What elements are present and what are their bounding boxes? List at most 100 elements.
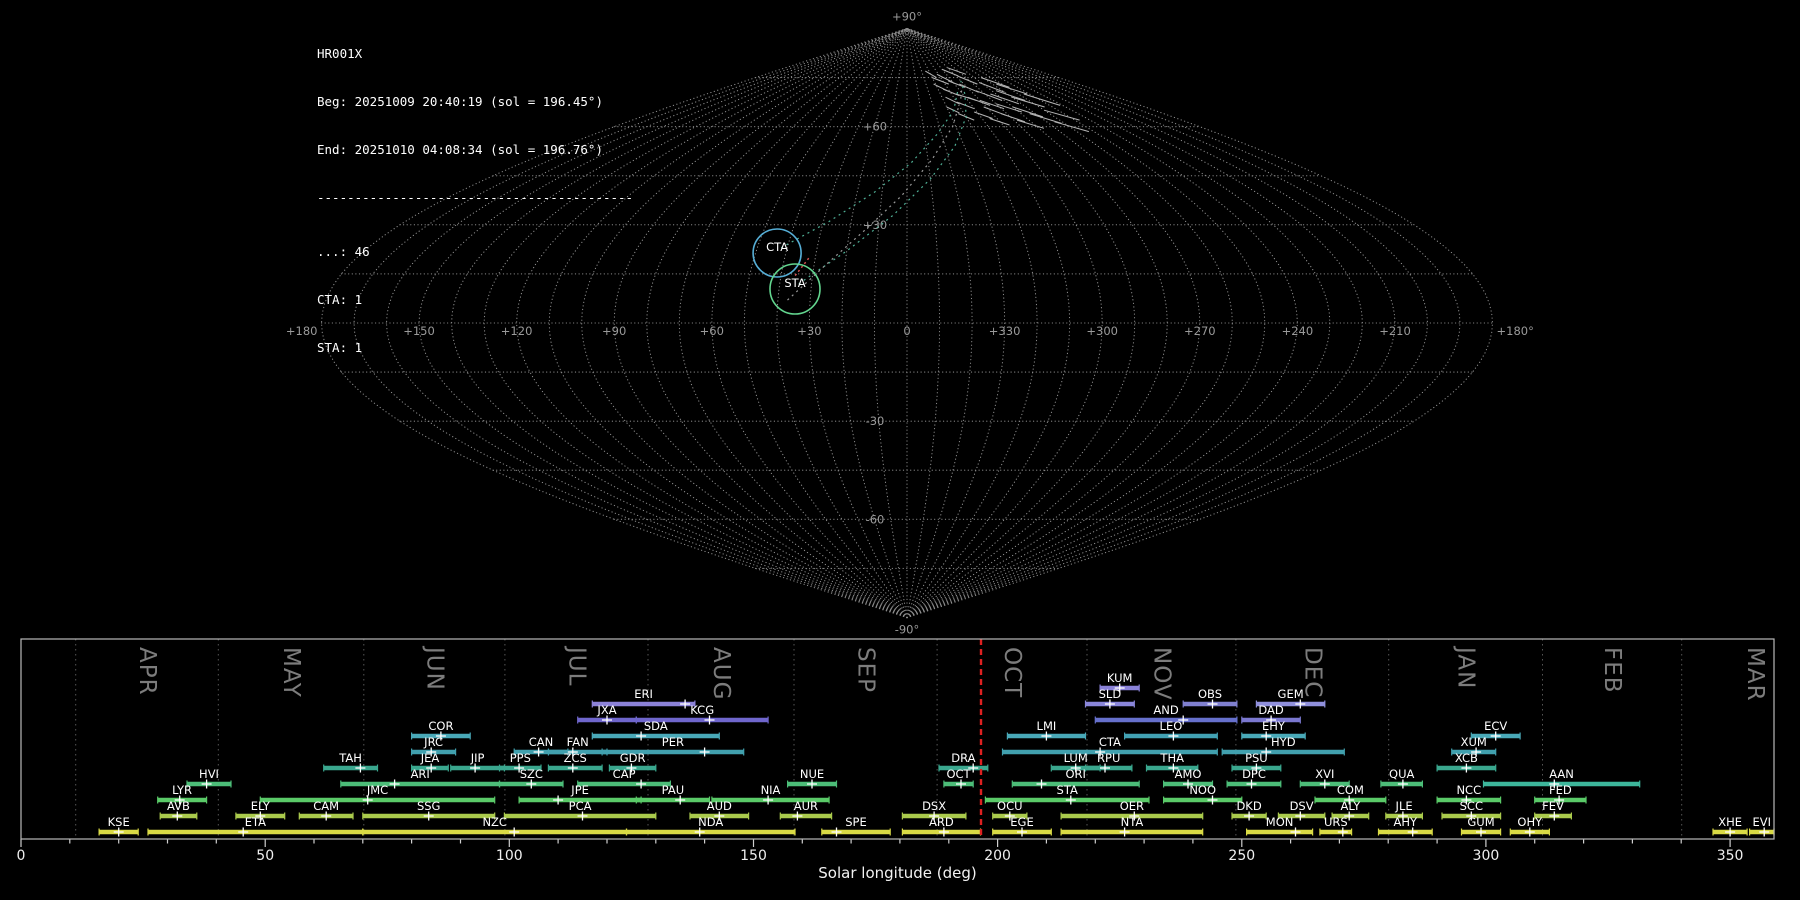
- longitude-label: +270: [1184, 324, 1216, 338]
- shower-AHY: AHY: [1377, 815, 1433, 837]
- shower-label-DPC: DPC: [1242, 767, 1266, 781]
- shower-MON: MON: [1245, 815, 1314, 837]
- shower-label-SLD: SLD: [1099, 687, 1122, 701]
- meteor-track: [1000, 113, 1026, 123]
- shower-CAM: CAM: [298, 799, 354, 821]
- meteor-track: [989, 118, 1010, 126]
- shower-label-AUR: AUR: [794, 799, 818, 813]
- month-label: NOV: [1148, 647, 1174, 701]
- meteor-track: [1044, 109, 1080, 121]
- observation-header: HR001X Beg: 20251009 20:40:19 (sol = 196…: [317, 14, 633, 372]
- activity-calendar: APR MAY JUN JUL AUG SEP OCT NOV DEC JAN FEB MARKUME…: [17, 638, 1775, 882]
- shower-label-AMO: AMO: [1175, 767, 1202, 781]
- shower-label-SCC: SCC: [1460, 799, 1483, 813]
- shower-label-MON: MON: [1266, 815, 1294, 829]
- shower-label-ECV: ECV: [1484, 719, 1507, 733]
- shower-ARD: ARD: [901, 815, 982, 837]
- north-pole-label: +90°: [892, 10, 922, 24]
- shower-ETA: ETA: [147, 815, 364, 837]
- shower-label-SPE: SPE: [845, 815, 867, 829]
- shower-label-ALY: ALY: [1341, 799, 1362, 813]
- shower-label-STA: STA: [1057, 783, 1078, 797]
- shower-label-NTA: NTA: [1121, 815, 1144, 829]
- end-time: End: 20251010 04:08:34 (sol = 196.76°): [317, 142, 603, 157]
- month-label: MAR: [1742, 647, 1768, 702]
- month-label: JUL: [563, 645, 589, 686]
- shower-label-AND: AND: [1153, 703, 1178, 717]
- shower-SDA: SDA: [591, 719, 720, 741]
- shower-CAP: CAP: [577, 767, 672, 789]
- longitude-label: +210: [1379, 324, 1411, 338]
- x-tick-label: 50: [256, 848, 274, 864]
- shower-label-HYD: HYD: [1271, 735, 1296, 749]
- shower-label-XHE: XHE: [1718, 815, 1742, 829]
- shower-label-LMI: LMI: [1037, 719, 1057, 733]
- shower-label-FAN: FAN: [567, 735, 589, 749]
- graticule-meridian: [906, 27, 1331, 619]
- month-label: APR: [134, 647, 160, 696]
- shower-label-AUD: AUD: [707, 799, 732, 813]
- shower-NDA: NDA: [625, 815, 796, 837]
- meteor-track: [974, 111, 993, 119]
- count-sta: STA: 1: [317, 340, 363, 355]
- shower-label-KUM: KUM: [1107, 671, 1133, 685]
- shower-label-COR: COR: [428, 719, 453, 733]
- shower-label-OCU: OCU: [997, 799, 1023, 813]
- shower-label-EVI: EVI: [1753, 815, 1772, 829]
- shower-label-CAM: CAM: [313, 799, 339, 813]
- shower-XHE: XHE: [1712, 815, 1748, 837]
- shower-HVI: HVI: [186, 767, 232, 789]
- shower-AUR: AUR: [779, 799, 833, 821]
- radiant-CTA: CTA: [752, 228, 802, 278]
- shower-SSG: SSG: [362, 799, 496, 821]
- shower-label-ETA: ETA: [245, 815, 266, 829]
- shower-NOO: NOO: [1162, 783, 1243, 805]
- shower-SLD: SLD: [1084, 687, 1135, 709]
- shower-PCA: PCA: [503, 799, 657, 821]
- shower-QUA: QUA: [1380, 767, 1424, 789]
- shower-label-CAN: CAN: [529, 735, 554, 749]
- shower-HYD: HYD: [1221, 735, 1345, 757]
- x-tick-label: 150: [740, 848, 767, 864]
- shower-label-JRC: JRC: [423, 735, 443, 749]
- shower-label-NDA: NDA: [698, 815, 723, 829]
- shower-EGE: EGE: [992, 815, 1052, 837]
- shower-label-PCA: PCA: [569, 799, 592, 813]
- shower-XCB: XCB: [1436, 751, 1497, 773]
- station-id: HR001X: [317, 46, 363, 61]
- shower-label-NUE: NUE: [800, 767, 824, 781]
- shower-label-OER: OER: [1120, 799, 1144, 813]
- count-cta: CTA: 1: [317, 292, 363, 307]
- shower-label-CAP: CAP: [613, 767, 636, 781]
- x-tick-label: 0: [17, 848, 26, 864]
- shower-label-LUM: LUM: [1064, 751, 1088, 765]
- month-label: AUG: [708, 647, 734, 700]
- shower-label-ERI: ERI: [634, 687, 653, 701]
- shower-label-RPU: RPU: [1097, 751, 1120, 765]
- shower-label-JLE: JLE: [1395, 799, 1413, 813]
- shower-label-KCG: KCG: [690, 703, 714, 717]
- shower-label-ZCS: ZCS: [564, 751, 587, 765]
- latitude-label: +60: [863, 120, 887, 134]
- scene-canvas: +180 +150 +120 +90 +60 +30 0 +330 +300 +270 +240 +2…: [17, 10, 1775, 882]
- shower-label-OBS: OBS: [1198, 687, 1222, 701]
- shower-label-XCB: XCB: [1455, 751, 1478, 765]
- shower-LEO: LEO: [1123, 719, 1218, 741]
- month-label: SEP: [853, 647, 879, 693]
- longitude-label: +240: [1282, 324, 1314, 338]
- shower-label-ARI: ARI: [411, 767, 430, 781]
- latitude-label: -60: [866, 512, 885, 526]
- shower-label-PAU: PAU: [662, 783, 684, 797]
- shower-label-NIA: NIA: [761, 783, 781, 797]
- shower-NUE: NUE: [786, 767, 838, 789]
- meteor-track: [936, 73, 954, 83]
- meteor-track: [925, 70, 937, 79]
- shower-RPU: RPU: [1084, 751, 1133, 773]
- shower-label-NZC: NZC: [482, 815, 507, 829]
- shower-label-DSV: DSV: [1290, 799, 1314, 813]
- shower-label-GEM: GEM: [1278, 687, 1304, 701]
- x-tick-label: 250: [1228, 848, 1255, 864]
- shower-label-GUM: GUM: [1467, 815, 1494, 829]
- separator-line: ----------------------------------------…: [317, 190, 634, 205]
- shower-label-THA: THA: [1159, 751, 1184, 765]
